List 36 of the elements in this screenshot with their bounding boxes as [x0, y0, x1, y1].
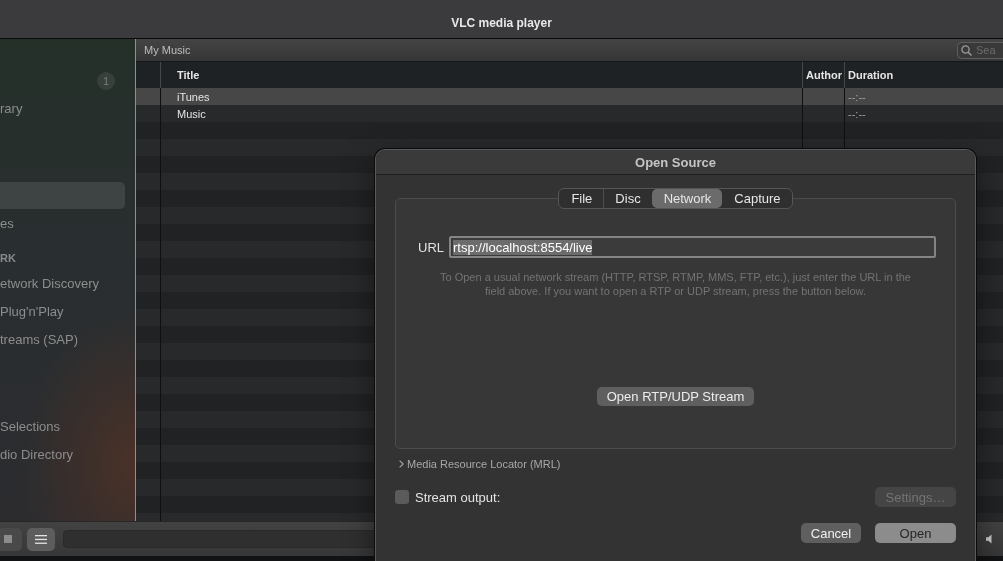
table-row[interactable]: iTunes --:-- — [136, 88, 1003, 105]
tab[interactable]: Network — [651, 189, 723, 208]
sidebar-item[interactable]: treams (SAP) — [0, 326, 125, 353]
dialog-title: Open Source — [635, 154, 716, 170]
stop-button[interactable] — [0, 527, 22, 551]
search-icon — [961, 44, 972, 56]
count-badge: 1 — [97, 72, 115, 90]
tab[interactable]: Capture — [722, 189, 792, 208]
table-row[interactable]: Music --:-- — [136, 105, 1003, 122]
list-icon — [35, 534, 47, 544]
title-cell: Music — [160, 105, 802, 122]
mrl-disclosure[interactable]: Media Resource Locator (MRL) — [395, 457, 561, 471]
sidebar-item[interactable]: dio Directory — [0, 441, 125, 468]
sidebar-item[interactable]: Selections — [0, 413, 125, 440]
title-cell: iTunes — [160, 88, 802, 105]
sidebar-item[interactable]: etwork Discovery — [0, 270, 125, 297]
open-button[interactable]: Open — [875, 523, 956, 543]
tab[interactable]: File — [559, 189, 604, 208]
sidebar-item[interactable]: rary — [0, 95, 125, 122]
chevron-icon — [399, 460, 404, 468]
duration-cell: --:-- — [844, 105, 1003, 122]
sidebar-item[interactable]: es — [0, 210, 125, 237]
section-header: RK — [0, 251, 16, 266]
duration-cell: --:-- — [844, 88, 1003, 105]
playlist-title: My Music — [144, 44, 191, 56]
checkbox[interactable] — [395, 490, 409, 504]
stream-output-label: Stream output: — [415, 489, 501, 505]
url-label: URL — [418, 239, 444, 255]
open-stream-button[interactable]: Open RTP/UDP Stream — [596, 387, 755, 406]
url-field[interactable]: rtsp://localhost:8554/live — [449, 236, 936, 258]
sidebar-item[interactable]: Plug'n'Play — [0, 298, 125, 325]
window-title: VLC media player — [451, 16, 552, 30]
cancel-button[interactable]: Cancel — [801, 523, 861, 543]
tab[interactable]: Disc — [603, 189, 652, 208]
stop-icon — [4, 535, 12, 543]
playlist-button[interactable] — [27, 527, 55, 551]
